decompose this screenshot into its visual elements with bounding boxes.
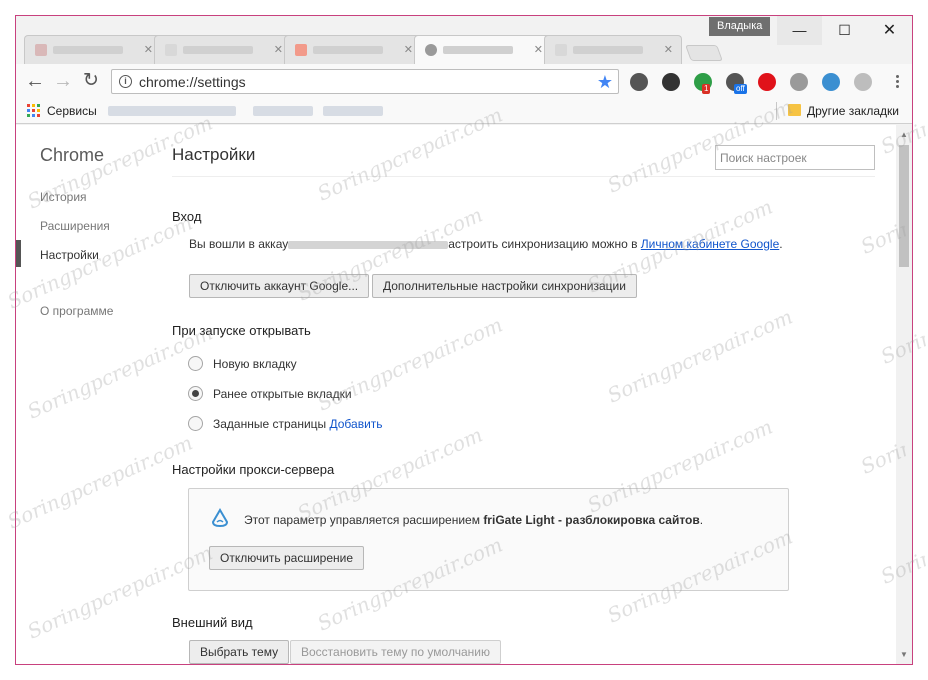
signin-heading: Вход	[172, 209, 202, 224]
sidebar-item-settings[interactable]: Настройки	[40, 248, 99, 262]
sidebar-item-history[interactable]: История	[40, 190, 87, 204]
signin-text-mid: астроить синхронизацию можно в	[448, 237, 641, 251]
tab-title-blurred	[183, 46, 253, 54]
sidebar-active-marker	[16, 240, 21, 267]
startup-radio-pages[interactable]	[188, 416, 203, 431]
add-pages-link[interactable]: Добавить	[330, 417, 383, 431]
tab[interactable]: ✕	[154, 35, 292, 64]
advanced-sync-button[interactable]: Дополнительные настройки синхронизации	[372, 274, 637, 298]
choose-theme-button[interactable]: Выбрать тему	[189, 640, 290, 664]
startup-label-previous: Ранее открытые вкладки	[213, 387, 352, 401]
address-url[interactable]: chrome://settings	[139, 74, 246, 90]
account-link[interactable]: Личном кабинете Google	[641, 237, 779, 251]
tab-close-icon[interactable]: ✕	[534, 43, 543, 57]
forward-button[interactable]: →	[51, 69, 75, 93]
bookmarks-bar: Сервисы Другие закладки	[16, 98, 912, 124]
back-button[interactable]: ←	[23, 69, 47, 93]
signin-text-end: .	[779, 237, 783, 251]
bookmark-apps[interactable]: Сервисы	[47, 104, 97, 118]
extension-badge: off	[734, 84, 747, 94]
bookmark-item-blurred[interactable]	[323, 106, 383, 116]
folder-icon	[788, 104, 801, 116]
tab-title-blurred	[443, 46, 513, 54]
tab-title-blurred	[313, 46, 383, 54]
tab-close-icon[interactable]: ✕	[274, 43, 283, 57]
bookmark-item-blurred[interactable]	[253, 106, 313, 116]
bookmark-star-icon[interactable]: ★	[597, 71, 613, 93]
maximize-button[interactable]: ☐	[822, 16, 867, 45]
sidebar-title: Chrome	[40, 145, 105, 165]
evernote-icon[interactable]	[662, 73, 680, 91]
signin-text-prefix: Вы вошли в аккау	[189, 237, 289, 251]
bookmark-other[interactable]: Другие закладки	[807, 104, 899, 118]
startup-heading: При запуске открывать	[172, 323, 311, 338]
tab-settings[interactable]: ✕	[414, 35, 552, 64]
proxy-text: Этот параметр управляется расширением fr…	[244, 513, 703, 527]
address-bar[interactable]: i chrome://settings ★	[111, 69, 619, 94]
startup-label-pages: Заданные страницы Добавить	[213, 417, 383, 431]
menu-icon[interactable]	[896, 75, 900, 91]
tab-close-icon[interactable]: ✕	[404, 43, 413, 57]
scroll-up-icon[interactable]: ▲	[896, 127, 912, 143]
proxy-text-prefix: Этот параметр управляется расширением	[244, 513, 484, 527]
header-divider	[172, 176, 875, 177]
appearance-heading: Внешний вид	[172, 615, 253, 630]
tab-close-icon[interactable]: ✕	[144, 43, 153, 57]
blurred-email	[288, 240, 449, 249]
settings-page: Chrome История Расширения Настройки О пр…	[16, 125, 912, 664]
startup-label-newtab: Новую вкладку	[213, 357, 297, 371]
startup-label-pages-text: Заданные страницы	[213, 417, 327, 431]
sidebar-item-extensions[interactable]: Расширения	[40, 219, 110, 233]
info-icon[interactable]: i	[119, 75, 132, 88]
bookmark-item-blurred[interactable]	[108, 106, 236, 116]
proxy-notice-box	[188, 488, 789, 591]
proxy-text-end: .	[699, 513, 704, 527]
new-tab-button[interactable]	[685, 45, 723, 61]
tab[interactable]: ✕	[544, 35, 682, 64]
tab-favicon-icon	[165, 44, 177, 56]
frigate-icon[interactable]	[822, 73, 840, 91]
tab-title-blurred	[573, 46, 643, 54]
tab-close-icon[interactable]: ✕	[664, 43, 673, 57]
reset-theme-button: Восстановить тему по умолчанию	[290, 640, 501, 664]
tab-favicon-icon	[35, 44, 47, 56]
tab-favicon-icon	[295, 44, 307, 56]
scroll-down-icon[interactable]: ▼	[896, 647, 912, 663]
profile-button[interactable]: Владыка	[709, 17, 771, 36]
reload-button[interactable]: ↻	[79, 69, 103, 93]
browser-window: ✕ ✕ ✕ ✕ ✕ Владыка — ☐ ✕ ← → ↻ i chrome:/…	[15, 15, 913, 665]
sidebar-item-about[interactable]: О программе	[40, 304, 113, 318]
disable-extension-button[interactable]: Отключить расширение	[209, 546, 365, 570]
toolbar: ← → ↻ i chrome://settings ★ 1 off	[16, 64, 912, 98]
signin-text: Вы вошли в аккау астроить синхронизацию м…	[189, 236, 789, 252]
tab-title-blurred	[53, 46, 123, 54]
search-settings-input[interactable]	[715, 145, 875, 170]
startup-radio-newtab[interactable]	[188, 356, 203, 371]
minimize-button[interactable]: —	[777, 16, 822, 45]
startup-radio-previous[interactable]	[188, 386, 203, 401]
scrollbar-thumb[interactable]	[899, 145, 909, 267]
shield-ext-icon[interactable]	[854, 73, 872, 91]
extension-badge: 1	[702, 84, 711, 94]
tab[interactable]: ✕	[284, 35, 422, 64]
page-title: Настройки	[172, 145, 256, 164]
settings-gear-icon	[425, 44, 437, 56]
opera-icon[interactable]	[758, 73, 776, 91]
gear-ext-icon[interactable]	[790, 73, 808, 91]
title-bar: ✕ ✕ ✕ ✕ ✕ Владыка — ☐ ✕	[16, 16, 912, 64]
tab-favicon-icon	[555, 44, 567, 56]
proxy-ext-name: friGate Light - разблокировка сайтов	[483, 513, 700, 527]
bookmarks-separator	[776, 102, 777, 120]
tab[interactable]: ✕	[24, 35, 162, 64]
proxy-heading: Настройки прокси-сервера	[172, 462, 335, 477]
frigate-icon	[211, 508, 229, 528]
disconnect-account-button[interactable]: Отключить аккаунт Google...	[189, 274, 370, 298]
pocket-icon[interactable]	[630, 73, 648, 91]
close-button[interactable]: ✕	[867, 16, 912, 45]
apps-grid-icon[interactable]	[27, 104, 40, 117]
